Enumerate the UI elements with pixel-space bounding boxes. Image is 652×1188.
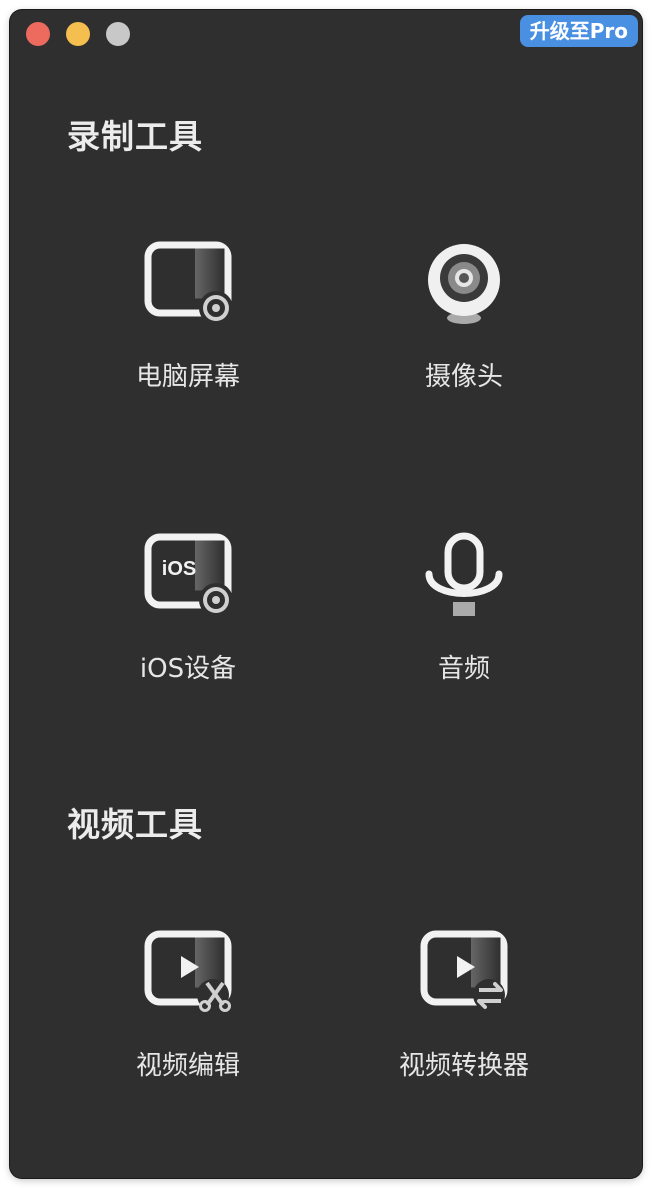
- tool-video-convert[interactable]: 视频转换器: [344, 927, 584, 1127]
- screen-record-icon: [144, 241, 233, 325]
- tool-label: 视频转换器: [398, 1051, 529, 1081]
- tool-label: iOS设备: [139, 654, 237, 684]
- tool-label: 视频编辑: [135, 1051, 240, 1081]
- svg-text:iOS: iOS: [162, 558, 196, 580]
- tool-ios-record[interactable]: iOS iOS设备: [68, 530, 308, 730]
- tool-label: 电脑屏幕: [135, 362, 240, 392]
- tool-audio[interactable]: 音频: [344, 530, 584, 730]
- tool-label: 摄像头: [424, 362, 503, 392]
- ios-record-icon: iOS: [144, 533, 233, 617]
- tool-webcam[interactable]: 摄像头: [344, 238, 584, 438]
- microphone-icon: [425, 532, 503, 616]
- app-window: 升级至Pro 录制工具 电脑屏幕 摄像头 iOS iOS设备 音频 视频工具 视…: [10, 10, 642, 1178]
- tool-screen-record[interactable]: 电脑屏幕: [68, 238, 308, 438]
- section-title-recording: 录制工具: [67, 117, 203, 156]
- video-convert-icon: [420, 930, 508, 1011]
- close-window-button[interactable]: [26, 22, 50, 46]
- tool-video-edit[interactable]: 视频编辑: [68, 927, 308, 1127]
- maximize-window-button[interactable]: [106, 22, 130, 46]
- section-title-video: 视频工具: [67, 805, 203, 844]
- upgrade-pro-button[interactable]: 升级至Pro: [519, 15, 638, 47]
- minimize-window-button[interactable]: [66, 22, 90, 46]
- video-edit-icon: [144, 930, 232, 1012]
- webcam-icon: [428, 244, 500, 324]
- tool-label: 音频: [437, 654, 490, 684]
